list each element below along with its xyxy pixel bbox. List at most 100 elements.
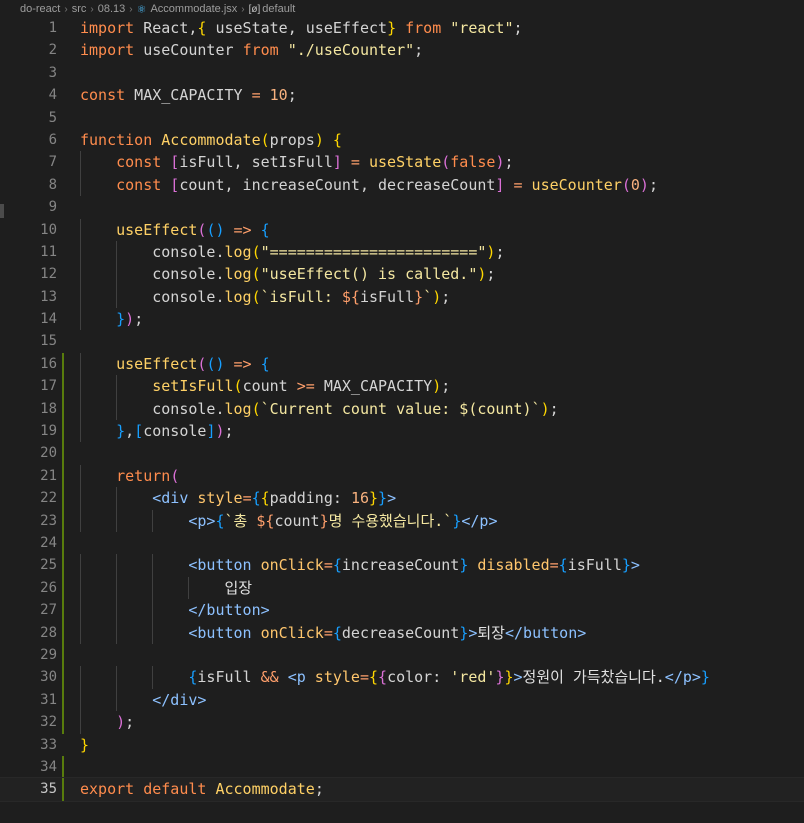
- code-line[interactable]: 21 return(: [0, 464, 804, 488]
- git-change-marker[interactable]: [62, 352, 64, 376]
- code-text[interactable]: console.log("=======================");: [80, 241, 504, 263]
- code-line[interactable]: 17 setIsFull(count >= MAX_CAPACITY);: [0, 375, 804, 398]
- code-line[interactable]: 33}: [0, 734, 804, 756]
- code-text[interactable]: const [isFull, setIsFull] = useState(fal…: [80, 151, 513, 173]
- code-line[interactable]: 6 function Accommodate(props) {: [0, 129, 804, 151]
- code-text[interactable]: {isFull && <p style={{color: 'red'}}>정원이…: [80, 666, 710, 688]
- breadcrumb-item-symbol[interactable]: default: [262, 3, 295, 15]
- code-token: =: [323, 556, 333, 575]
- code-line[interactable]: 15: [0, 330, 804, 352]
- breadcrumb-item-project[interactable]: do-react: [20, 3, 60, 15]
- code-line[interactable]: 9: [0, 196, 804, 218]
- code-editor[interactable]: 1 import React,{ useState, useEffect} fro…: [0, 17, 804, 823]
- code-line[interactable]: 29: [0, 643, 804, 667]
- code-line[interactable]: 32 );: [0, 711, 804, 734]
- git-change-marker[interactable]: [62, 755, 64, 779]
- code-text[interactable]: });: [80, 308, 143, 330]
- code-text[interactable]: );: [80, 711, 134, 733]
- git-change-marker[interactable]: [62, 688, 64, 712]
- git-change-marker[interactable]: [62, 397, 64, 421]
- code-line[interactable]: 35 export default Accommodate;: [0, 777, 804, 802]
- code-text[interactable]: <button onClick={increaseCount} disabled…: [80, 554, 640, 576]
- code-line[interactable]: 14 });: [0, 308, 804, 331]
- code-text[interactable]: <div style={{padding: 16}}>: [80, 487, 396, 509]
- code-text[interactable]: useEffect(() => {: [80, 219, 270, 241]
- git-change-marker[interactable]: [62, 509, 64, 532]
- code-line[interactable]: 28 <button onClick={decreaseCount}>퇴장</b…: [0, 621, 804, 644]
- code-line[interactable]: 12 console.log("useEffect() is called.")…: [0, 263, 804, 286]
- code-text[interactable]: 입장: [80, 577, 252, 599]
- git-change-marker[interactable]: [62, 599, 64, 622]
- code-line[interactable]: 10 useEffect(() => {: [0, 218, 804, 241]
- code-token: log: [224, 399, 252, 418]
- code-token: ;: [495, 242, 505, 261]
- code-token: &&: [260, 668, 279, 687]
- code-text[interactable]: setIsFull(count >= MAX_CAPACITY);: [80, 375, 450, 397]
- breadcrumb-item-folder[interactable]: 08.13: [98, 3, 126, 15]
- code-line[interactable]: 18 console.log(`Current count value: $(c…: [0, 397, 804, 421]
- git-change-marker[interactable]: [62, 643, 64, 667]
- code-text[interactable]: export default Accommodate;: [80, 778, 324, 800]
- code-line[interactable]: 22 <div style={{padding: 16}}>: [0, 487, 804, 510]
- code-text[interactable]: <p>{`총 ${count}명 수용했습니다.`}</p>: [80, 510, 497, 532]
- code-line[interactable]: 34: [0, 755, 804, 779]
- line-number: 19: [40, 423, 57, 440]
- code-line[interactable]: 16 useEffect(() => {: [0, 352, 804, 376]
- code-line[interactable]: 3: [0, 62, 804, 84]
- git-change-marker[interactable]: [62, 576, 64, 600]
- code-line[interactable]: 13 console.log(`isFull: ${isFull}`);: [0, 285, 804, 309]
- code-token: =: [242, 489, 252, 508]
- code-line[interactable]: 4 const MAX_CAPACITY = 10;: [0, 84, 804, 106]
- git-change-marker[interactable]: [62, 531, 64, 555]
- code-line[interactable]: 30 {isFull && <p style={{color: 'red'}}>…: [0, 666, 804, 689]
- code-text[interactable]: },[console]);: [80, 420, 233, 442]
- git-change-marker[interactable]: [62, 711, 64, 734]
- code-text[interactable]: return(: [80, 465, 179, 487]
- code-text[interactable]: useEffect(() => {: [80, 353, 270, 375]
- code-text[interactable]: console.log(`isFull: ${isFull}`);: [80, 286, 450, 308]
- git-change-marker[interactable]: [62, 778, 64, 801]
- code-line[interactable]: 20: [0, 442, 804, 465]
- line-number: 10: [40, 221, 57, 238]
- code-line[interactable]: 23 <p>{`총 ${count}명 수용했습니다.`}</p>: [0, 509, 804, 532]
- git-change-marker[interactable]: [62, 420, 64, 443]
- code-text[interactable]: console.log(`Current count value: $(coun…: [80, 398, 558, 420]
- code-text[interactable]: </button>: [80, 599, 269, 621]
- code-text[interactable]: const MAX_CAPACITY = 10;: [80, 84, 297, 106]
- code-text[interactable]: import useCounter from "./useCounter";: [80, 39, 423, 61]
- git-change-marker[interactable]: [62, 554, 64, 577]
- code-line[interactable]: 27 </button>: [0, 599, 804, 622]
- code-text[interactable]: <button onClick={decreaseCount}>퇴장</butt…: [80, 622, 586, 644]
- code-line[interactable]: 26 입장: [0, 576, 804, 600]
- code-line[interactable]: 24: [0, 531, 804, 555]
- git-change-marker[interactable]: [62, 487, 64, 510]
- code-line[interactable]: 1 import React,{ useState, useEffect} fro…: [0, 17, 804, 39]
- code-text[interactable]: import React,{ useState, useEffect} from…: [80, 17, 523, 39]
- code-token: (: [441, 153, 451, 172]
- git-change-marker[interactable]: [62, 375, 64, 398]
- code-line[interactable]: 11 console.log("======================="…: [0, 240, 804, 264]
- git-change-marker[interactable]: [62, 666, 64, 689]
- code-text[interactable]: }: [80, 734, 89, 756]
- code-line[interactable]: 31 </div>: [0, 688, 804, 712]
- git-change-marker[interactable]: [62, 442, 64, 465]
- code-line[interactable]: 5: [0, 107, 804, 129]
- code-line[interactable]: 7 const [isFull, setIsFull] = useState(f…: [0, 151, 804, 174]
- breadcrumb-item-src[interactable]: src: [72, 3, 87, 15]
- code-line[interactable]: 25 <button onClick={increaseCount} disab…: [0, 554, 804, 577]
- code-token: const: [116, 175, 162, 194]
- git-change-marker[interactable]: [62, 621, 64, 644]
- code-text[interactable]: </div>: [80, 689, 206, 711]
- line-number: 15: [40, 333, 57, 350]
- git-change-marker[interactable]: [62, 464, 64, 488]
- code-text[interactable]: console.log("useEffect() is called.");: [80, 263, 495, 285]
- code-text[interactable]: const [count, increaseCount, decreaseCou…: [80, 174, 658, 196]
- code-line[interactable]: 8 const [count, increaseCount, decreaseC…: [0, 173, 804, 197]
- code-line[interactable]: 19 },[console]);: [0, 420, 804, 443]
- code-token: (): [206, 354, 225, 373]
- code-token: Accommodate: [206, 780, 315, 799]
- code-token: decreaseCount: [341, 623, 460, 642]
- code-text[interactable]: function Accommodate(props) {: [80, 129, 342, 151]
- code-line[interactable]: 2 import useCounter from "./useCounter";: [0, 39, 804, 61]
- breadcrumb-item-file[interactable]: Accommodate.jsx: [150, 3, 237, 15]
